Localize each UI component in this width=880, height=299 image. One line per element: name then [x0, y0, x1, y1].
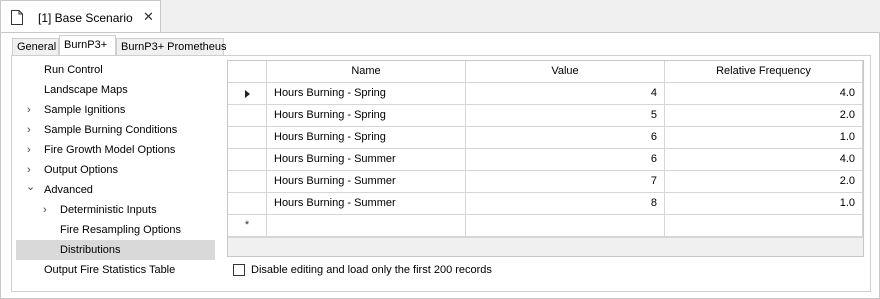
tree-item-landscape-maps[interactable]: Landscape Maps — [16, 80, 215, 100]
tree-item-sample-ignitions[interactable]: › Sample Ignitions — [16, 100, 215, 120]
tree-item-label: Distributions — [60, 244, 121, 256]
name-cell[interactable] — [267, 215, 466, 237]
tree-item-label: Output Fire Statistics Table — [44, 264, 176, 276]
tree-item-advanced[interactable]: ⌄ Advanced — [16, 180, 215, 200]
disable-editing-label[interactable]: Disable editing and load only the first … — [251, 263, 492, 277]
disable-editing-checkbox[interactable] — [233, 264, 245, 276]
name-cell[interactable]: Hours Burning - Spring — [267, 127, 466, 149]
table-row[interactable]: Hours Burning - Summer 7 2.0 — [228, 171, 863, 193]
new-row[interactable]: * — [228, 215, 863, 237]
row-header[interactable] — [228, 149, 267, 171]
document-title: [1] Base Scenario — [38, 11, 133, 25]
tree-item-distributions[interactable]: Distributions — [16, 240, 215, 260]
frequency-cell[interactable]: 4.0 — [665, 83, 863, 105]
table-row[interactable]: Hours Burning - Spring 6 1.0 — [228, 127, 863, 149]
document-tab-bar: [1] Base Scenario ✕ — [0, 0, 880, 33]
frequency-cell[interactable]: 2.0 — [665, 105, 863, 127]
value-cell[interactable] — [466, 215, 665, 237]
tree-item-label: Deterministic Inputs — [60, 204, 157, 216]
grid-empty-area — [228, 237, 863, 256]
tab-general[interactable]: General — [12, 38, 59, 56]
value-cell[interactable]: 7 — [466, 171, 665, 193]
table-row[interactable]: Hours Burning - Summer 8 1.0 — [228, 193, 863, 215]
document-tab[interactable]: [1] Base Scenario ✕ — [0, 0, 161, 33]
frequency-cell[interactable]: 1.0 — [665, 127, 863, 149]
tree-item-label: Run Control — [44, 64, 103, 76]
chevron-right-icon[interactable]: › — [27, 140, 31, 160]
tree-item-label: Advanced — [44, 184, 93, 196]
tree-item-deterministic-inputs[interactable]: › Deterministic Inputs — [16, 200, 215, 220]
tree-item-sample-burning-conditions[interactable]: › Sample Burning Conditions — [16, 120, 215, 140]
navigation-tree: Run Control Landscape Maps › Sample Igni… — [16, 60, 215, 284]
tree-item-label: Fire Growth Model Options — [44, 144, 176, 156]
frequency-cell[interactable] — [665, 215, 863, 237]
new-row-marker[interactable]: * — [228, 215, 267, 237]
value-cell[interactable]: 6 — [466, 127, 665, 149]
tree-item-label: Sample Burning Conditions — [44, 124, 178, 136]
value-cell[interactable]: 6 — [466, 149, 665, 171]
row-header[interactable] — [228, 127, 267, 149]
value-cell[interactable]: 8 — [466, 193, 665, 215]
close-tab-button[interactable]: ✕ — [143, 9, 154, 25]
name-cell[interactable]: Hours Burning - Summer — [267, 149, 466, 171]
grid-header-row: Name Value Relative Frequency — [228, 61, 863, 83]
row-header[interactable] — [228, 193, 267, 215]
frequency-cell[interactable]: 4.0 — [665, 149, 863, 171]
distributions-grid: Name Value Relative Frequency Hours Burn… — [227, 60, 864, 257]
chevron-down-icon[interactable]: ⌄ — [26, 177, 35, 197]
name-cell[interactable]: Hours Burning - Summer — [267, 193, 466, 215]
tree-item-fire-resampling-options[interactable]: Fire Resampling Options — [16, 220, 215, 240]
chevron-right-icon[interactable]: › — [27, 120, 31, 140]
value-cell[interactable]: 4 — [466, 83, 665, 105]
row-pointer-icon[interactable] — [228, 83, 267, 105]
tab-burnp3[interactable]: BurnP3+ — [59, 35, 116, 56]
column-header-value[interactable]: Value — [466, 61, 665, 83]
table-row[interactable]: Hours Burning - Spring 5 2.0 — [228, 105, 863, 127]
tree-item-label: Output Options — [44, 164, 118, 176]
row-header[interactable] — [228, 105, 267, 127]
table-row[interactable]: Hours Burning - Spring 4 4.0 — [228, 83, 863, 105]
column-header-relative-frequency[interactable]: Relative Frequency — [665, 61, 863, 83]
frequency-cell[interactable]: 1.0 — [665, 193, 863, 215]
tree-item-label: Fire Resampling Options — [60, 224, 182, 236]
tree-item-label: Sample Ignitions — [44, 104, 126, 116]
value-cell[interactable]: 5 — [466, 105, 665, 127]
name-cell[interactable]: Hours Burning - Spring — [267, 105, 466, 127]
chevron-right-icon[interactable]: › — [43, 200, 47, 220]
tab-burnp3-prometheus[interactable]: BurnP3+ Prometheus — [116, 38, 226, 56]
chevron-right-icon[interactable]: › — [27, 100, 31, 120]
name-cell[interactable]: Hours Burning - Spring — [267, 83, 466, 105]
frequency-cell[interactable]: 2.0 — [665, 171, 863, 193]
tree-item-run-control[interactable]: Run Control — [16, 60, 215, 80]
tree-item-label: Landscape Maps — [44, 84, 128, 96]
tree-item-output-fire-statistics-table[interactable]: Output Fire Statistics Table — [16, 260, 215, 280]
file-icon — [11, 10, 23, 28]
row-header[interactable] — [228, 171, 267, 193]
row-header-corner — [228, 61, 267, 83]
column-header-name[interactable]: Name — [267, 61, 466, 83]
tree-item-fire-growth-model-options[interactable]: › Fire Growth Model Options — [16, 140, 215, 160]
table-row[interactable]: Hours Burning - Summer 6 4.0 — [228, 149, 863, 171]
tree-item-output-options[interactable]: › Output Options — [16, 160, 215, 180]
name-cell[interactable]: Hours Burning - Summer — [267, 171, 466, 193]
